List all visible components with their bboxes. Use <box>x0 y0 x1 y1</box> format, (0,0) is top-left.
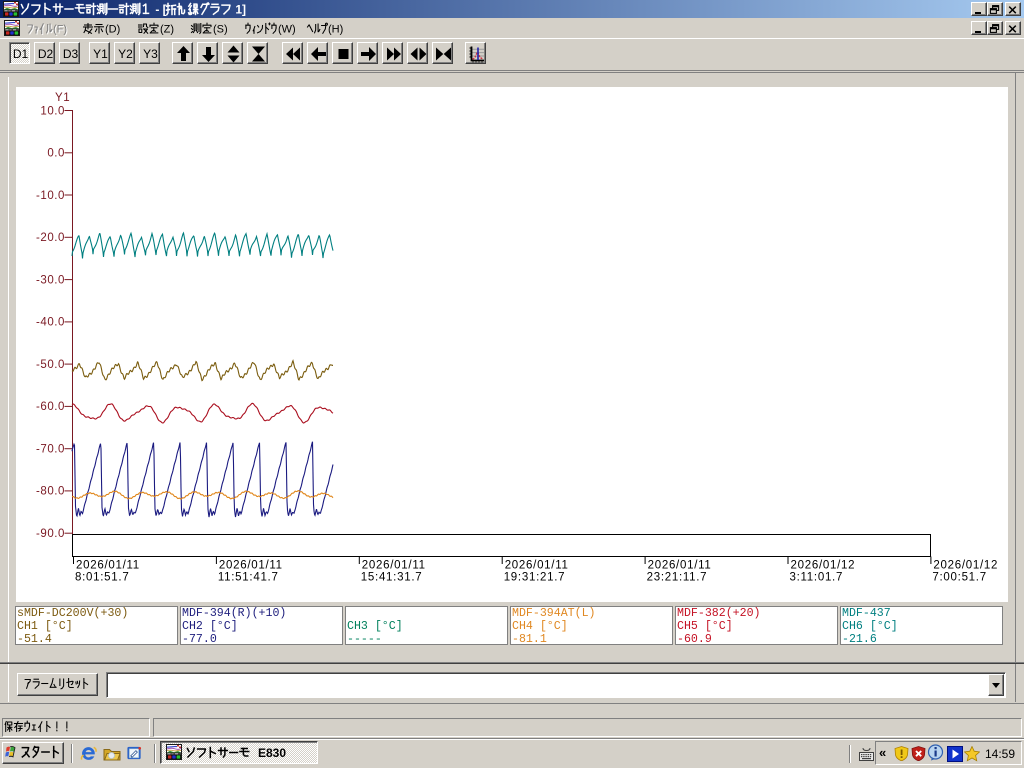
svg-text:2026/01/11: 2026/01/11 <box>505 560 569 572</box>
svg-text:11:51:41.7: 11:51:41.7 <box>218 572 279 584</box>
svg-text:2026/01/11: 2026/01/11 <box>362 560 426 572</box>
svg-text:0.0: 0.0 <box>47 148 65 160</box>
svg-text:-40.0: -40.0 <box>36 317 65 329</box>
svg-text:-20.0: -20.0 <box>36 232 65 244</box>
svg-text:-10.0: -10.0 <box>36 190 65 202</box>
svg-text:3:11:01.7: 3:11:01.7 <box>790 572 844 584</box>
svg-text:Y1: Y1 <box>55 92 70 104</box>
svg-text:7:00:51.7: 7:00:51.7 <box>932 572 986 584</box>
svg-text:-80.0: -80.0 <box>36 486 65 498</box>
svg-text:2026/01/11: 2026/01/11 <box>219 560 283 572</box>
svg-text:-50.0: -50.0 <box>36 359 65 371</box>
svg-text:2026/01/11: 2026/01/11 <box>76 560 140 572</box>
svg-text:15:41:31.7: 15:41:31.7 <box>361 572 423 584</box>
svg-text:-90.0: -90.0 <box>36 528 65 540</box>
svg-text:19:31:21.7: 19:31:21.7 <box>504 572 566 584</box>
svg-text:2026/01/11: 2026/01/11 <box>648 560 712 572</box>
svg-text:2026/01/12: 2026/01/12 <box>933 560 998 572</box>
svg-text:23:21:11.7: 23:21:11.7 <box>647 572 708 584</box>
svg-text:-30.0: -30.0 <box>36 274 65 286</box>
svg-text:2026/01/12: 2026/01/12 <box>791 560 856 572</box>
svg-text:-60.0: -60.0 <box>36 401 65 413</box>
svg-text:10.0: 10.0 <box>40 105 65 117</box>
svg-text:8:01:51.7: 8:01:51.7 <box>75 572 129 584</box>
svg-text:-70.0: -70.0 <box>36 444 65 456</box>
